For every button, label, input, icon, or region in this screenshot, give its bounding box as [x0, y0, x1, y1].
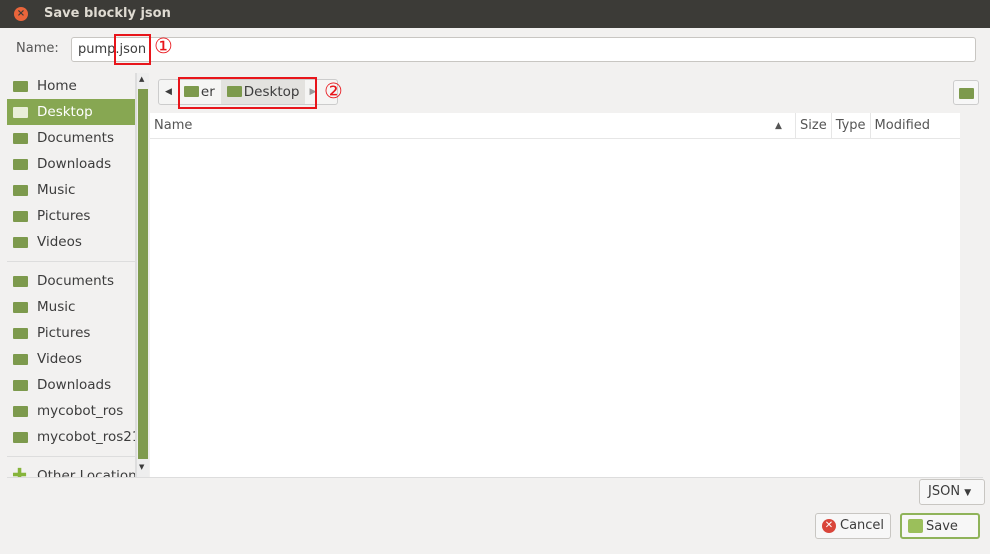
desktop-icon — [13, 107, 28, 118]
sidebar-bookmark-downloads[interactable]: Downloads — [7, 372, 135, 398]
filename-input[interactable] — [71, 37, 976, 62]
annotation-2: ② — [324, 79, 343, 103]
save-button[interactable]: Save — [900, 513, 980, 539]
sidebar-item-pictures[interactable]: Pictures — [7, 203, 135, 229]
save-icon — [908, 519, 923, 533]
new-folder-button[interactable] — [953, 80, 979, 105]
sidebar-bookmark-mycobot_ros21[interactable]: mycobot_ros21 — [7, 424, 135, 450]
scroll-up-icon[interactable]: ▲ — [139, 75, 144, 83]
chevron-down-icon: ▼ — [964, 488, 972, 498]
music-icon — [13, 185, 28, 196]
sidebar-item-home[interactable]: Home — [7, 73, 135, 99]
file-list[interactable]: Name ▲ Size Type Modified — [150, 113, 960, 477]
close-button[interactable]: × — [14, 7, 28, 21]
cancel-button[interactable]: ✕ Cancel — [815, 513, 891, 539]
sidebar-item-music[interactable]: Music — [7, 177, 135, 203]
sidebar-item-videos[interactable]: Videos — [7, 229, 135, 255]
plus-icon: ✚ — [12, 465, 28, 477]
path-left-arrow-icon[interactable]: ◀ — [159, 87, 178, 97]
pictures-icon — [13, 211, 28, 222]
name-label: Name: — [16, 41, 59, 56]
videos-icon — [13, 237, 28, 248]
sidebar-item-desktop[interactable]: Desktop — [7, 99, 135, 125]
sidebar-bookmark-pictures[interactable]: Pictures — [7, 320, 135, 346]
scroll-down-icon[interactable]: ▼ — [139, 463, 144, 471]
column-size[interactable]: Size — [795, 113, 831, 138]
filter-dropdown[interactable]: JSON ▼ — [919, 479, 985, 505]
annotation-box-1 — [114, 34, 151, 65]
annotation-box-2 — [178, 77, 317, 109]
documents-icon — [13, 133, 28, 144]
sidebar-item-documents[interactable]: Documents — [7, 125, 135, 151]
folder-icon — [13, 328, 28, 339]
new-folder-icon — [959, 88, 974, 99]
annotation-1: ① — [154, 34, 173, 58]
sidebar-bookmark-mycobot_ros[interactable]: mycobot_ros — [7, 398, 135, 424]
cancel-icon: ✕ — [822, 519, 836, 533]
places-sidebar: Home Desktop Documents Downloads Music Pictur… — [7, 73, 136, 477]
sidebar-bookmark-videos[interactable]: Videos — [7, 346, 135, 372]
folder-icon — [13, 432, 28, 443]
folder-icon — [13, 380, 28, 391]
folder-icon — [13, 406, 28, 417]
folder-icon — [13, 302, 28, 313]
home-folder-icon — [13, 81, 28, 92]
column-name[interactable]: Name — [150, 113, 795, 138]
column-type[interactable]: Type — [830, 113, 870, 138]
title-bar: × Save blockly json — [0, 0, 990, 28]
folder-icon — [13, 354, 28, 365]
sidebar-scrollbar[interactable]: ▲ ▼ — [136, 73, 149, 477]
downloads-icon — [13, 159, 28, 170]
column-modified[interactable]: Modified — [869, 113, 960, 138]
window-title: Save blockly json — [44, 6, 171, 21]
sidebar-item-downloads[interactable]: Downloads — [7, 151, 135, 177]
sidebar-bookmark-music[interactable]: Music — [7, 294, 135, 320]
sidebar-bookmark-documents[interactable]: Documents — [7, 268, 135, 294]
scrollbar-thumb[interactable] — [138, 89, 148, 459]
sidebar-item-other-locations[interactable]: ✚ Other Location — [7, 463, 135, 477]
folder-icon — [13, 276, 28, 287]
